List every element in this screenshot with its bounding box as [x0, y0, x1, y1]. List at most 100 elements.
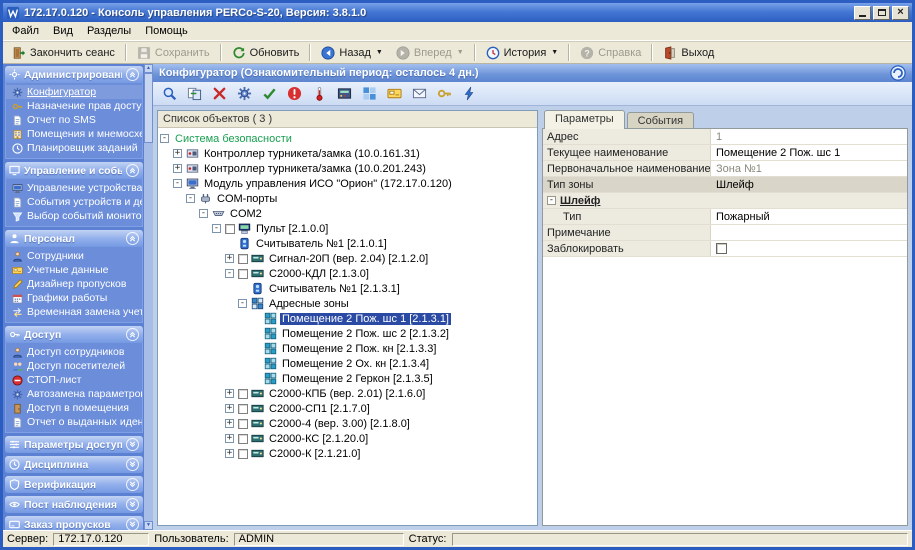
collapse-icon[interactable]: -	[238, 299, 247, 308]
chevron-down-icon[interactable]	[126, 458, 139, 471]
cfg-zones-button[interactable]	[358, 84, 380, 104]
tree-checkbox[interactable]	[238, 254, 248, 264]
sidebar-item-2-2[interactable]: Дизайнер пропусков	[6, 277, 142, 291]
tree-row-12[interactable]: Помещение 2 Пож. шс 1 [2.1.3.1]	[160, 311, 535, 326]
scroll-up-icon[interactable]: ▲	[144, 64, 153, 73]
tab-0[interactable]: Параметры	[544, 110, 625, 129]
cfg-card-button[interactable]	[383, 84, 405, 104]
tree-row-18[interactable]: +С2000-СП1 [2.1.7.0]	[160, 401, 535, 416]
tree-checkbox[interactable]	[238, 404, 248, 414]
grid-value[interactable]: Помещение 2 Пож. шс 1	[711, 145, 907, 160]
menu-item-1[interactable]: Вид	[46, 23, 80, 39]
cfg-transfer-button[interactable]	[183, 84, 205, 104]
grid-row-4[interactable]: -Шлейф	[543, 193, 907, 209]
category-collapse-icon[interactable]: -	[547, 196, 556, 205]
sidebar-item-3-0[interactable]: Доступ сотрудников	[6, 345, 142, 359]
expand-icon[interactable]: +	[225, 434, 234, 443]
grid-row-1[interactable]: Текущее наименованиеПомещение 2 Пож. шс …	[543, 145, 907, 161]
tree-row-10[interactable]: Считыватель №1 [2.1.3.1]	[160, 281, 535, 296]
tree-row-7[interactable]: Считыватель №1 [2.1.0.1]	[160, 236, 535, 251]
cfg-key-button[interactable]	[433, 84, 455, 104]
grid-value[interactable]: Зона №1	[711, 161, 907, 176]
grid-value[interactable]: Шлейф	[711, 177, 907, 192]
expand-icon[interactable]: +	[173, 149, 182, 158]
sidebar-section-header-8[interactable]: Заказ пропусков	[5, 516, 143, 530]
chevron-down-icon[interactable]	[126, 438, 139, 451]
sidebar-section-header-5[interactable]: Дисциплина	[5, 456, 143, 473]
chevron-up-icon[interactable]	[126, 328, 139, 341]
cfg-alert-button[interactable]	[283, 84, 305, 104]
tree-row-20[interactable]: +С2000-КС [2.1.20.0]	[160, 431, 535, 446]
tree-row-1[interactable]: +Контроллер турникета/замка (10.0.161.31…	[160, 146, 535, 161]
scrollbar-track[interactable]	[144, 73, 153, 521]
sidebar-item-3-1[interactable]: Доступ посетителей	[6, 359, 142, 373]
grid-row-2[interactable]: Первоначальное наименованиеЗона №1	[543, 161, 907, 177]
collapse-icon[interactable]: -	[225, 269, 234, 278]
sidebar-section-header-0[interactable]: Администрирование	[5, 66, 143, 83]
sidebar-item-3-3[interactable]: Автозамена параметров до...	[6, 387, 142, 401]
sidebar-section-header-7[interactable]: Пост наблюдения	[5, 496, 143, 513]
expand-icon[interactable]: +	[225, 389, 234, 398]
sidebar-item-2-4[interactable]: Временная замена учетных ...	[6, 305, 142, 319]
tree-row-0[interactable]: -Система безопасности	[160, 131, 535, 146]
collapse-icon[interactable]: -	[173, 179, 182, 188]
tree-checkbox[interactable]	[238, 434, 248, 444]
tree-row-19[interactable]: +С2000-4 (вер. 3.00) [2.1.8.0]	[160, 416, 535, 431]
collapse-icon[interactable]: -	[199, 209, 208, 218]
grid-row-3[interactable]: Тип зоныШлейф	[543, 177, 907, 193]
chevron-down-icon[interactable]	[126, 518, 139, 530]
exit-button[interactable]: Выход	[657, 43, 720, 63]
sidebar-section-header-4[interactable]: Параметры доступа	[5, 436, 143, 453]
sidebar-item-3-2[interactable]: СТОП-лист	[6, 373, 142, 387]
grid-row-7[interactable]: Заблокировать	[543, 241, 907, 257]
tree-row-16[interactable]: Помещение 2 Геркон [2.1.3.5]	[160, 371, 535, 386]
menu-item-2[interactable]: Разделы	[80, 23, 138, 39]
tree-row-4[interactable]: -COM-порты	[160, 191, 535, 206]
sidebar-item-0-4[interactable]: Планировщик заданий	[6, 141, 142, 155]
cfg-check-button[interactable]	[258, 84, 280, 104]
cfg-search-button[interactable]	[158, 84, 180, 104]
tree-checkbox[interactable]	[238, 269, 248, 279]
back-button[interactable]: Назад▼	[315, 43, 388, 63]
grid-row-0[interactable]: Адрес1	[543, 129, 907, 145]
cfg-settings-button[interactable]	[233, 84, 255, 104]
sidebar-item-2-1[interactable]: Учетные данные	[6, 263, 142, 277]
expand-icon[interactable]: +	[173, 164, 182, 173]
cfg-wizard-button[interactable]	[458, 84, 480, 104]
chevron-up-icon[interactable]	[126, 164, 139, 177]
tree-row-21[interactable]: +С2000-К [2.1.21.0]	[160, 446, 535, 461]
sidebar-item-2-3[interactable]: Графики работы	[6, 291, 142, 305]
tree-row-9[interactable]: -С2000-КДЛ [2.1.3.0]	[160, 266, 535, 281]
tree-checkbox[interactable]	[238, 389, 248, 399]
expand-icon[interactable]: +	[225, 404, 234, 413]
expand-icon[interactable]: +	[225, 254, 234, 263]
collapse-icon[interactable]: -	[212, 224, 221, 233]
sidebar-item-0-2[interactable]: Отчет по SMS	[6, 113, 142, 127]
sidebar-scrollbar[interactable]: ▲ ▼	[144, 64, 153, 530]
tree-checkbox[interactable]	[225, 224, 235, 234]
grid-row-6[interactable]: Примечание	[543, 225, 907, 241]
chevron-down-icon[interactable]	[126, 498, 139, 511]
tree-row-17[interactable]: +С2000-КПБ (вер. 2.01) [2.1.6.0]	[160, 386, 535, 401]
grid-value[interactable]	[711, 241, 907, 256]
tree-checkbox[interactable]	[238, 449, 248, 459]
tree-checkbox[interactable]	[238, 419, 248, 429]
chevron-up-icon[interactable]	[126, 232, 139, 245]
chevron-up-icon[interactable]	[126, 68, 139, 81]
grid-row-5[interactable]: ТипПожарный	[543, 209, 907, 225]
close-button[interactable]: ×	[892, 6, 909, 20]
tree-row-14[interactable]: Помещение 2 Пож. кн [2.1.3.3]	[160, 341, 535, 356]
sidebar-item-3-4[interactable]: Доступ в помещения	[6, 401, 142, 415]
sidebar-item-2-0[interactable]: Сотрудники	[6, 249, 142, 263]
cfg-mail-button[interactable]	[408, 84, 430, 104]
sidebar-item-1-0[interactable]: Управление устройствами и...	[6, 181, 142, 195]
cfg-panel-button[interactable]	[333, 84, 355, 104]
expand-icon[interactable]: +	[225, 419, 234, 428]
tree-row-3[interactable]: -Модуль управления ИСО "Орион" (172.17.0…	[160, 176, 535, 191]
sidebar-section-header-3[interactable]: Доступ	[5, 326, 143, 343]
blocked-checkbox[interactable]	[716, 243, 727, 254]
refresh-button[interactable]: Обновить	[226, 43, 306, 63]
tree-row-13[interactable]: Помещение 2 Пож. шс 2 [2.1.3.2]	[160, 326, 535, 341]
grid-value[interactable]: Пожарный	[711, 209, 907, 224]
sidebar-item-1-1[interactable]: События устройств и дейст...	[6, 195, 142, 209]
